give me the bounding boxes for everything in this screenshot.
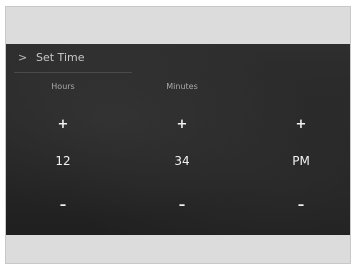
minutes-label: Minutes (166, 82, 198, 91)
hours-label: Hours (51, 82, 75, 91)
minutes-value: 34 (174, 154, 190, 168)
ampm-decrement-button[interactable]: – (288, 196, 314, 216)
screenshot-frame: > Set Time Hours + 12 – Minutes + 34 – +… (5, 6, 351, 264)
hours-value: 12 (55, 154, 71, 168)
header: > Set Time (6, 44, 350, 73)
chevron-right-icon[interactable]: > (18, 52, 27, 63)
hours-increment-button[interactable]: + (50, 115, 76, 135)
ampm-value: PM (292, 154, 310, 168)
page-title: Set Time (36, 51, 85, 64)
ampm-increment-button[interactable]: + (288, 115, 314, 135)
minutes-decrement-button[interactable]: – (169, 196, 195, 216)
minutes-increment-button[interactable]: + (169, 115, 195, 135)
set-time-screen: > Set Time Hours + 12 – Minutes + 34 – +… (6, 44, 350, 235)
hours-decrement-button[interactable]: – (50, 196, 76, 216)
header-divider (14, 72, 132, 73)
